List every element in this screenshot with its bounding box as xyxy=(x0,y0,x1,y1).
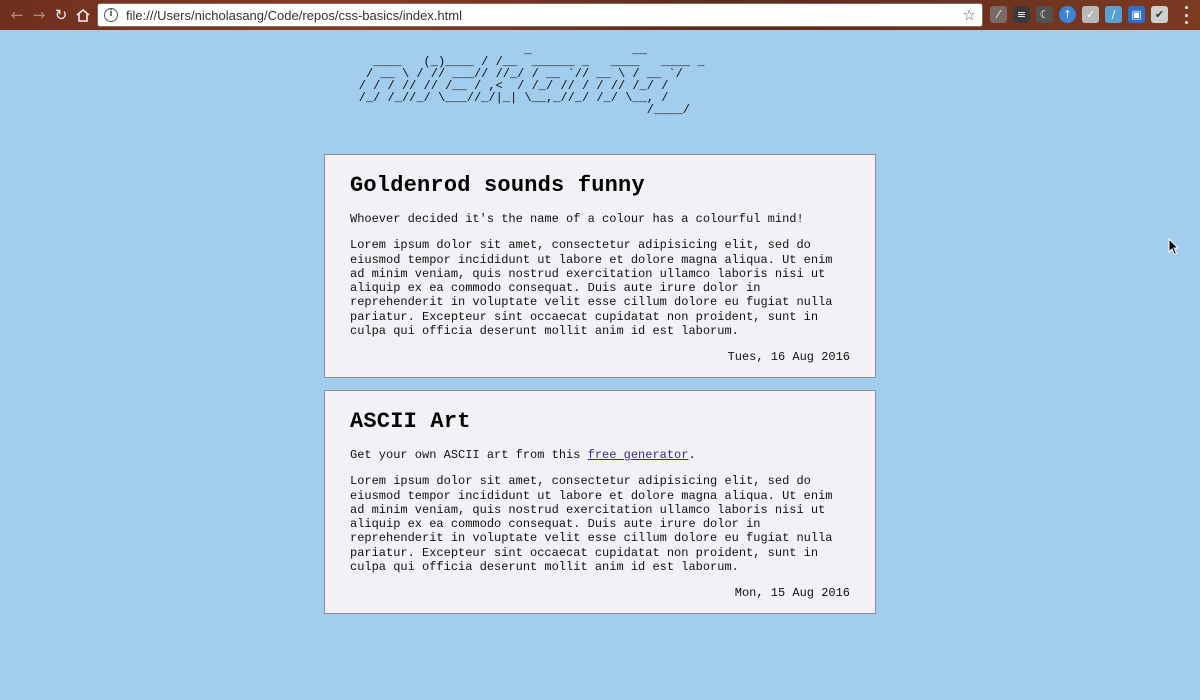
back-arrow-icon[interactable]: ← xyxy=(6,4,28,26)
post-date: Tues, 16 Aug 2016 xyxy=(727,350,850,365)
free-generator-link[interactable]: free generator xyxy=(588,448,689,462)
ascii-logo-text: _ __ ____ (_)____ / /__ ______ _ ____ __… xyxy=(358,43,705,117)
arrow-badge-icon[interactable]: ↑ xyxy=(1059,6,1076,23)
checklist-icon[interactable]: ✔ xyxy=(1151,6,1168,23)
post-body: Lorem ipsum dolor sit amet, consectetur … xyxy=(350,238,833,339)
url-text[interactable]: file:///Users/nicholasang/Code/repos/css… xyxy=(126,8,462,23)
bookmark-star-icon[interactable]: ☆ xyxy=(963,6,976,24)
pocket-icon[interactable]: ✓ xyxy=(1082,6,1099,23)
moon-icon[interactable]: ☾ xyxy=(1036,6,1053,23)
post-intro-suffix: . xyxy=(688,448,696,462)
ascii-logo: _ __ ____ (_)____ / /__ ______ _ ____ __… xyxy=(0,44,1200,116)
post-card: Goldenrod sounds funny Whoever decided i… xyxy=(324,154,876,378)
window-icon[interactable]: ▣ xyxy=(1128,6,1145,23)
post-body: Lorem ipsum dolor sit amet, consectetur … xyxy=(350,474,833,575)
post-date: Mon, 15 Aug 2016 xyxy=(734,586,850,601)
address-bar[interactable]: i file:///Users/nicholasang/Code/repos/c… xyxy=(97,3,983,27)
browser-toolbar: ← → ↻ i file:///Users/nicholasang/Code/r… xyxy=(0,0,1200,30)
feather-icon[interactable]: ∕ xyxy=(1105,6,1122,23)
post-title: ASCII Art xyxy=(350,409,471,434)
menu-icon[interactable] xyxy=(1182,6,1190,24)
home-icon[interactable] xyxy=(72,4,94,26)
post-intro-prefix: Get your own ASCII art from this xyxy=(350,448,588,462)
post-title: Goldenrod sounds funny xyxy=(350,173,645,198)
layers-icon[interactable]: ≡ xyxy=(1013,6,1030,23)
extensions-bar: ⁄ ≡ ☾ ↑ ✓ ∕ ▣ ✔ xyxy=(990,6,1168,23)
eyedropper-icon[interactable]: ⁄ xyxy=(990,6,1007,23)
info-icon[interactable]: i xyxy=(104,8,118,22)
forward-arrow-icon[interactable]: → xyxy=(28,4,50,26)
reload-icon[interactable]: ↻ xyxy=(50,4,72,26)
post-card: ASCII Art Get your own ASCII art from th… xyxy=(324,390,876,614)
post-intro: Whoever decided it's the name of a colou… xyxy=(350,212,804,226)
post-intro: Get your own ASCII art from this free ge… xyxy=(350,448,850,462)
